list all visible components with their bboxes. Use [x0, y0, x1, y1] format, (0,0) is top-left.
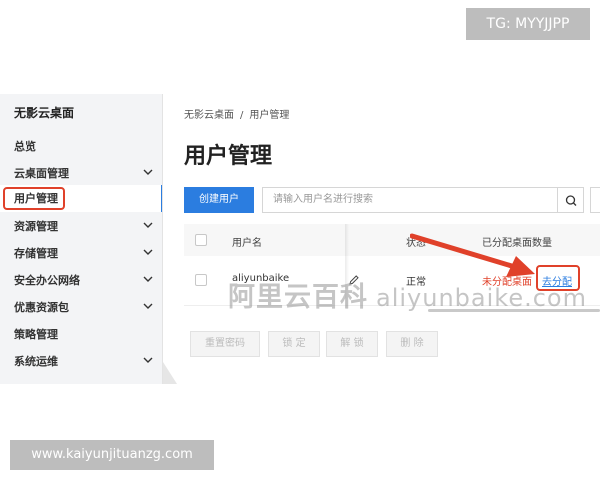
- search-icon: [565, 195, 577, 206]
- sidebar-item-network[interactable]: 安全办公网络: [0, 267, 162, 294]
- sidebar-item-desktops[interactable]: 云桌面管理: [0, 160, 162, 187]
- search-button[interactable]: [557, 187, 584, 213]
- sidebar-item-label: 总览: [14, 140, 36, 153]
- sidebar-item-resources[interactable]: 资源管理: [0, 213, 162, 240]
- column-header-username: 用户名: [232, 238, 262, 249]
- toolbar-extra-button[interactable]: [590, 187, 600, 213]
- sidebar-item-storage[interactable]: 存储管理: [0, 240, 162, 267]
- sidebar-item-label: 用户管理: [14, 192, 58, 205]
- create-user-button[interactable]: 创建用户: [184, 187, 254, 213]
- sidebar-item-label: 存储管理: [14, 247, 58, 260]
- delete-button[interactable]: 删 除: [386, 331, 438, 357]
- breadcrumb: 无影云桌面 / 用户管理: [184, 106, 295, 121]
- chevron-down-icon: [143, 169, 153, 175]
- sidebar-collapse-handle[interactable]: [163, 362, 177, 384]
- unlock-button[interactable]: 解 锁: [326, 331, 378, 357]
- chevron-down-icon: [143, 276, 153, 282]
- sidebar-item-users[interactable]: 用户管理: [0, 185, 162, 212]
- watermark-cn: 阿里云百科: [228, 282, 368, 313]
- page-title: 用户管理: [184, 144, 273, 169]
- lock-button[interactable]: 锁 定: [268, 331, 320, 357]
- breadcrumb-root-link[interactable]: 无影云桌面: [184, 110, 234, 121]
- sidebar-item-label: 系统运维: [14, 355, 58, 368]
- watermark-center: 阿里云百科 aliyunbaike.com: [228, 275, 587, 314]
- sidebar-item-label: 优惠资源包: [14, 301, 69, 314]
- watermark-tg-badge: TG: MYYJJPP: [466, 8, 590, 40]
- select-all-checkbox[interactable]: [195, 234, 207, 246]
- sidebar-item-label: 资源管理: [14, 220, 58, 233]
- chevron-down-icon: [143, 249, 153, 255]
- sidebar-item-ops[interactable]: 系统运维: [0, 348, 162, 375]
- search-input[interactable]: 请输入用户名进行搜索: [262, 187, 558, 213]
- row-checkbox[interactable]: [195, 274, 207, 286]
- sidebar-item-label: 安全办公网络: [14, 274, 80, 287]
- sidebar-title: 无影云桌面: [14, 106, 75, 120]
- screenshot: TG: MYYJJPP 无影云桌面 总览 云桌面管理 用户管理 资源管理 存储管…: [0, 0, 600, 480]
- reset-password-button[interactable]: 重置密码: [190, 331, 260, 357]
- sidebar: 无影云桌面 总览 云桌面管理 用户管理 资源管理 存储管理 安全办公网络 优惠资…: [0, 94, 163, 384]
- watermark-url-badge: www.kaiyunjituanzg.com: [10, 440, 214, 470]
- watermark-latin: aliyunbaike.com: [376, 284, 587, 312]
- chevron-down-icon: [143, 357, 153, 363]
- sidebar-item-label: 策略管理: [14, 328, 58, 341]
- sidebar-item-policy[interactable]: 策略管理: [0, 321, 162, 348]
- breadcrumb-current: 用户管理: [249, 110, 290, 121]
- sidebar-item-packages[interactable]: 优惠资源包: [0, 294, 162, 321]
- chevron-down-icon: [143, 222, 153, 228]
- sidebar-item-overview[interactable]: 总览: [0, 133, 162, 160]
- breadcrumb-separator: /: [240, 110, 244, 121]
- sidebar-item-label: 云桌面管理: [14, 167, 69, 180]
- chevron-down-icon: [143, 303, 153, 309]
